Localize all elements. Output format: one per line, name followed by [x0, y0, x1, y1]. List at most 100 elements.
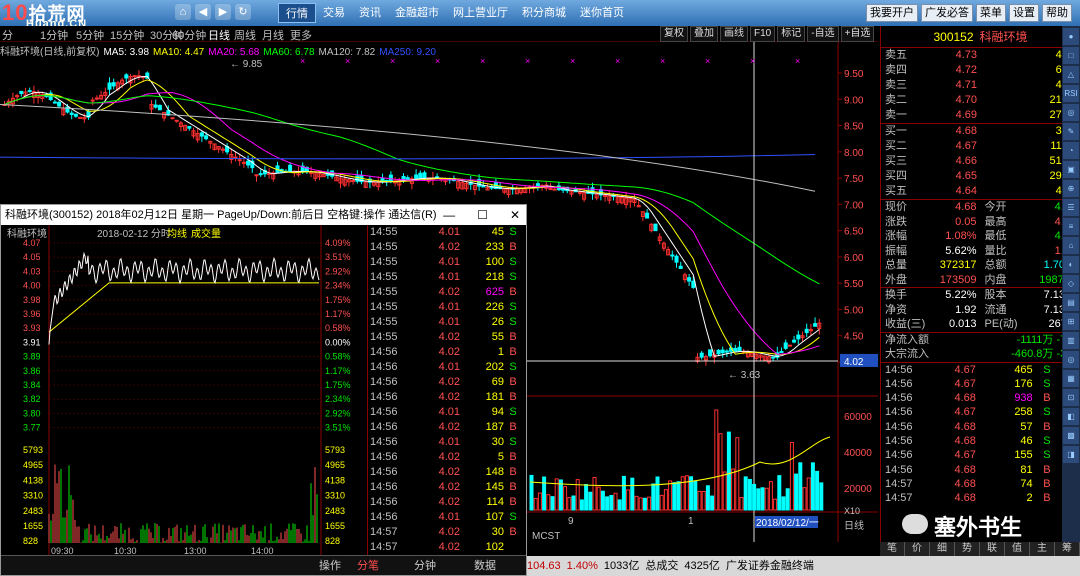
menu-item[interactable]: 金融超市 [388, 3, 446, 23]
side-tool-icon[interactable]: ◐ [1063, 256, 1079, 273]
side-tool-icon[interactable]: △ [1063, 66, 1079, 83]
tick-detail-row: 14:55 4.02 55 B [368, 330, 527, 345]
popup-tab[interactable]: 操作 [1, 556, 341, 575]
panel-tab[interactable]: 筹 [1055, 542, 1080, 556]
vol-bar [567, 497, 572, 511]
popup-tab[interactable]: 分钟 [395, 556, 455, 575]
ma-label: MA120: 7.82 [318, 47, 376, 58]
vol-bar [596, 486, 601, 511]
period-tab[interactable]: 15分钟 [110, 27, 144, 43]
panel-tab[interactable]: 细 [930, 542, 955, 556]
panel-tab[interactable]: 势 [955, 542, 980, 556]
quote-row[interactable]: 卖二4.702197 [881, 93, 1080, 108]
tick-price: 4.02 [438, 466, 460, 478]
minimize-icon[interactable]: — [443, 205, 455, 225]
menu-item[interactable]: 迷你首页 [573, 3, 631, 23]
menu-item[interactable]: 资讯 [352, 3, 388, 23]
quote-row[interactable]: 卖三4.71437 [881, 78, 1080, 93]
quote-row[interactable]: 买二4.671188 [881, 139, 1080, 154]
period-tab[interactable]: 5分钟 [76, 27, 104, 43]
tick-time: 14:56 [370, 391, 398, 403]
menu-item[interactable]: 行情 [278, 3, 316, 23]
menu-item[interactable]: 网上营业厅 [446, 3, 515, 23]
menu-item[interactable]: 交易 [316, 3, 352, 23]
quote-row[interactable]: 买一4.68385 [881, 124, 1080, 139]
side-tool-icon[interactable]: ⊕ [1063, 180, 1079, 197]
panel-tab[interactable]: 笔 [880, 542, 905, 556]
tick-detail-row: 14:56 4.02 148 B [368, 465, 527, 480]
period-tab[interactable]: 更多 [290, 27, 312, 43]
top-button[interactable]: 帮助 [1042, 4, 1072, 22]
top-button[interactable]: 广发必答 [921, 4, 973, 22]
side-tool-icon[interactable]: ◎ [1063, 104, 1079, 121]
price-tag-label: 4.02 [844, 357, 864, 368]
period-tab[interactable]: 周线 [234, 27, 256, 43]
side-tool-icon[interactable]: ◇ [1063, 275, 1079, 292]
top-right-buttons: 我要开户 广发必答 菜单 设置 帮助 [866, 4, 1072, 22]
tool-button[interactable]: 叠加 [690, 26, 718, 42]
tool-button[interactable]: -自选 [807, 26, 839, 42]
side-tool-icon[interactable]: ✎ [1063, 123, 1079, 140]
side-tool-icon[interactable]: ▦ [1063, 370, 1079, 387]
side-tool-icon[interactable]: ◨ [1063, 446, 1079, 463]
side-tool-icon[interactable]: ◎ [1063, 351, 1079, 368]
forward-icon[interactable]: ▶ [215, 4, 231, 20]
quote-label: 买三 [885, 155, 907, 167]
refresh-icon[interactable]: ↻ [235, 4, 251, 20]
side-tool-icon[interactable]: ⊞ [1063, 313, 1079, 330]
side-tool-icon[interactable]: ▩ [1063, 427, 1079, 444]
tool-button[interactable]: 复权 [660, 26, 688, 42]
vol-bar [563, 486, 568, 511]
panel-tab[interactable]: 联 [980, 542, 1005, 556]
quote-row[interactable]: 卖五4.73417 [881, 48, 1080, 63]
maximize-icon[interactable]: ☐ [477, 205, 488, 225]
quote-row[interactable]: 卖一4.692789 [881, 108, 1080, 123]
home-icon[interactable]: ⌂ [175, 4, 191, 20]
side-tool-icon[interactable]: ⌂ [1063, 237, 1079, 254]
side-tool-icon[interactable]: ▣ [1063, 161, 1079, 178]
top-button[interactable]: 菜单 [976, 4, 1006, 22]
side-tool-icon[interactable]: ◧ [1063, 408, 1079, 425]
back-icon[interactable]: ◀ [195, 4, 211, 20]
period-tab[interactable]: 分 [2, 27, 13, 43]
vol-bar [613, 492, 618, 511]
menu-item[interactable]: 积分商城 [515, 3, 573, 23]
quote-row[interactable]: 卖四4.72670 [881, 63, 1080, 78]
tool-button[interactable]: F10 [750, 26, 776, 42]
tick-time: 14:56 [370, 376, 398, 388]
side-tool-icon[interactable]: ▥ [1063, 332, 1079, 349]
popup-tab[interactable]: 数据 [455, 556, 515, 575]
vol-bar [621, 475, 626, 511]
stat-key: 净资 [885, 303, 907, 316]
tool-button[interactable]: 标记 [777, 26, 806, 42]
quote-row[interactable]: 买三4.665106 [881, 154, 1080, 169]
side-tool-icon[interactable]: ● [1063, 28, 1079, 45]
side-tool-icon[interactable]: RSI [1063, 85, 1079, 102]
right-axis-label: 2.34% [325, 394, 351, 404]
period-tab[interactable]: 日线 [208, 27, 230, 43]
quote-row[interactable]: 买四4.652918 [881, 169, 1080, 184]
vol-bar [806, 477, 811, 511]
close-icon[interactable]: ✕ [510, 205, 520, 225]
period-tab[interactable]: 月线 [262, 27, 284, 43]
panel-tab[interactable]: 价 [905, 542, 930, 556]
top-button[interactable]: 我要开户 [866, 4, 918, 22]
side-tool-icon[interactable]: ▤ [1063, 294, 1079, 311]
side-tool-icon[interactable]: ≡ [1063, 218, 1079, 235]
quote-row[interactable]: 买五4.64451 [881, 184, 1080, 199]
candle-body [787, 344, 792, 347]
period-tab[interactable]: 60分钟 [172, 27, 206, 43]
minute-chart[interactable]: 科融环境 2018-02-12 分时均线 成交量4.07 4.09%4.05 3.51%… [1, 225, 365, 556]
period-tab[interactable]: 1分钟 [40, 27, 68, 43]
tool-button[interactable]: +自选 [840, 26, 875, 42]
panel-tab[interactable]: 值 [1005, 542, 1030, 556]
side-tool-icon[interactable]: ☰ [1063, 199, 1079, 216]
side-tool-icon[interactable]: ◔ [1063, 142, 1079, 159]
candle-body [204, 135, 209, 140]
panel-tab[interactable]: 主 [1030, 542, 1055, 556]
tool-button[interactable]: 画线 [720, 26, 748, 42]
side-tool-icon[interactable]: □ [1063, 47, 1079, 64]
top-button[interactable]: 设置 [1009, 4, 1039, 22]
popup-tab[interactable]: 分笔 [341, 556, 395, 575]
side-tool-icon[interactable]: ⊡ [1063, 389, 1079, 406]
